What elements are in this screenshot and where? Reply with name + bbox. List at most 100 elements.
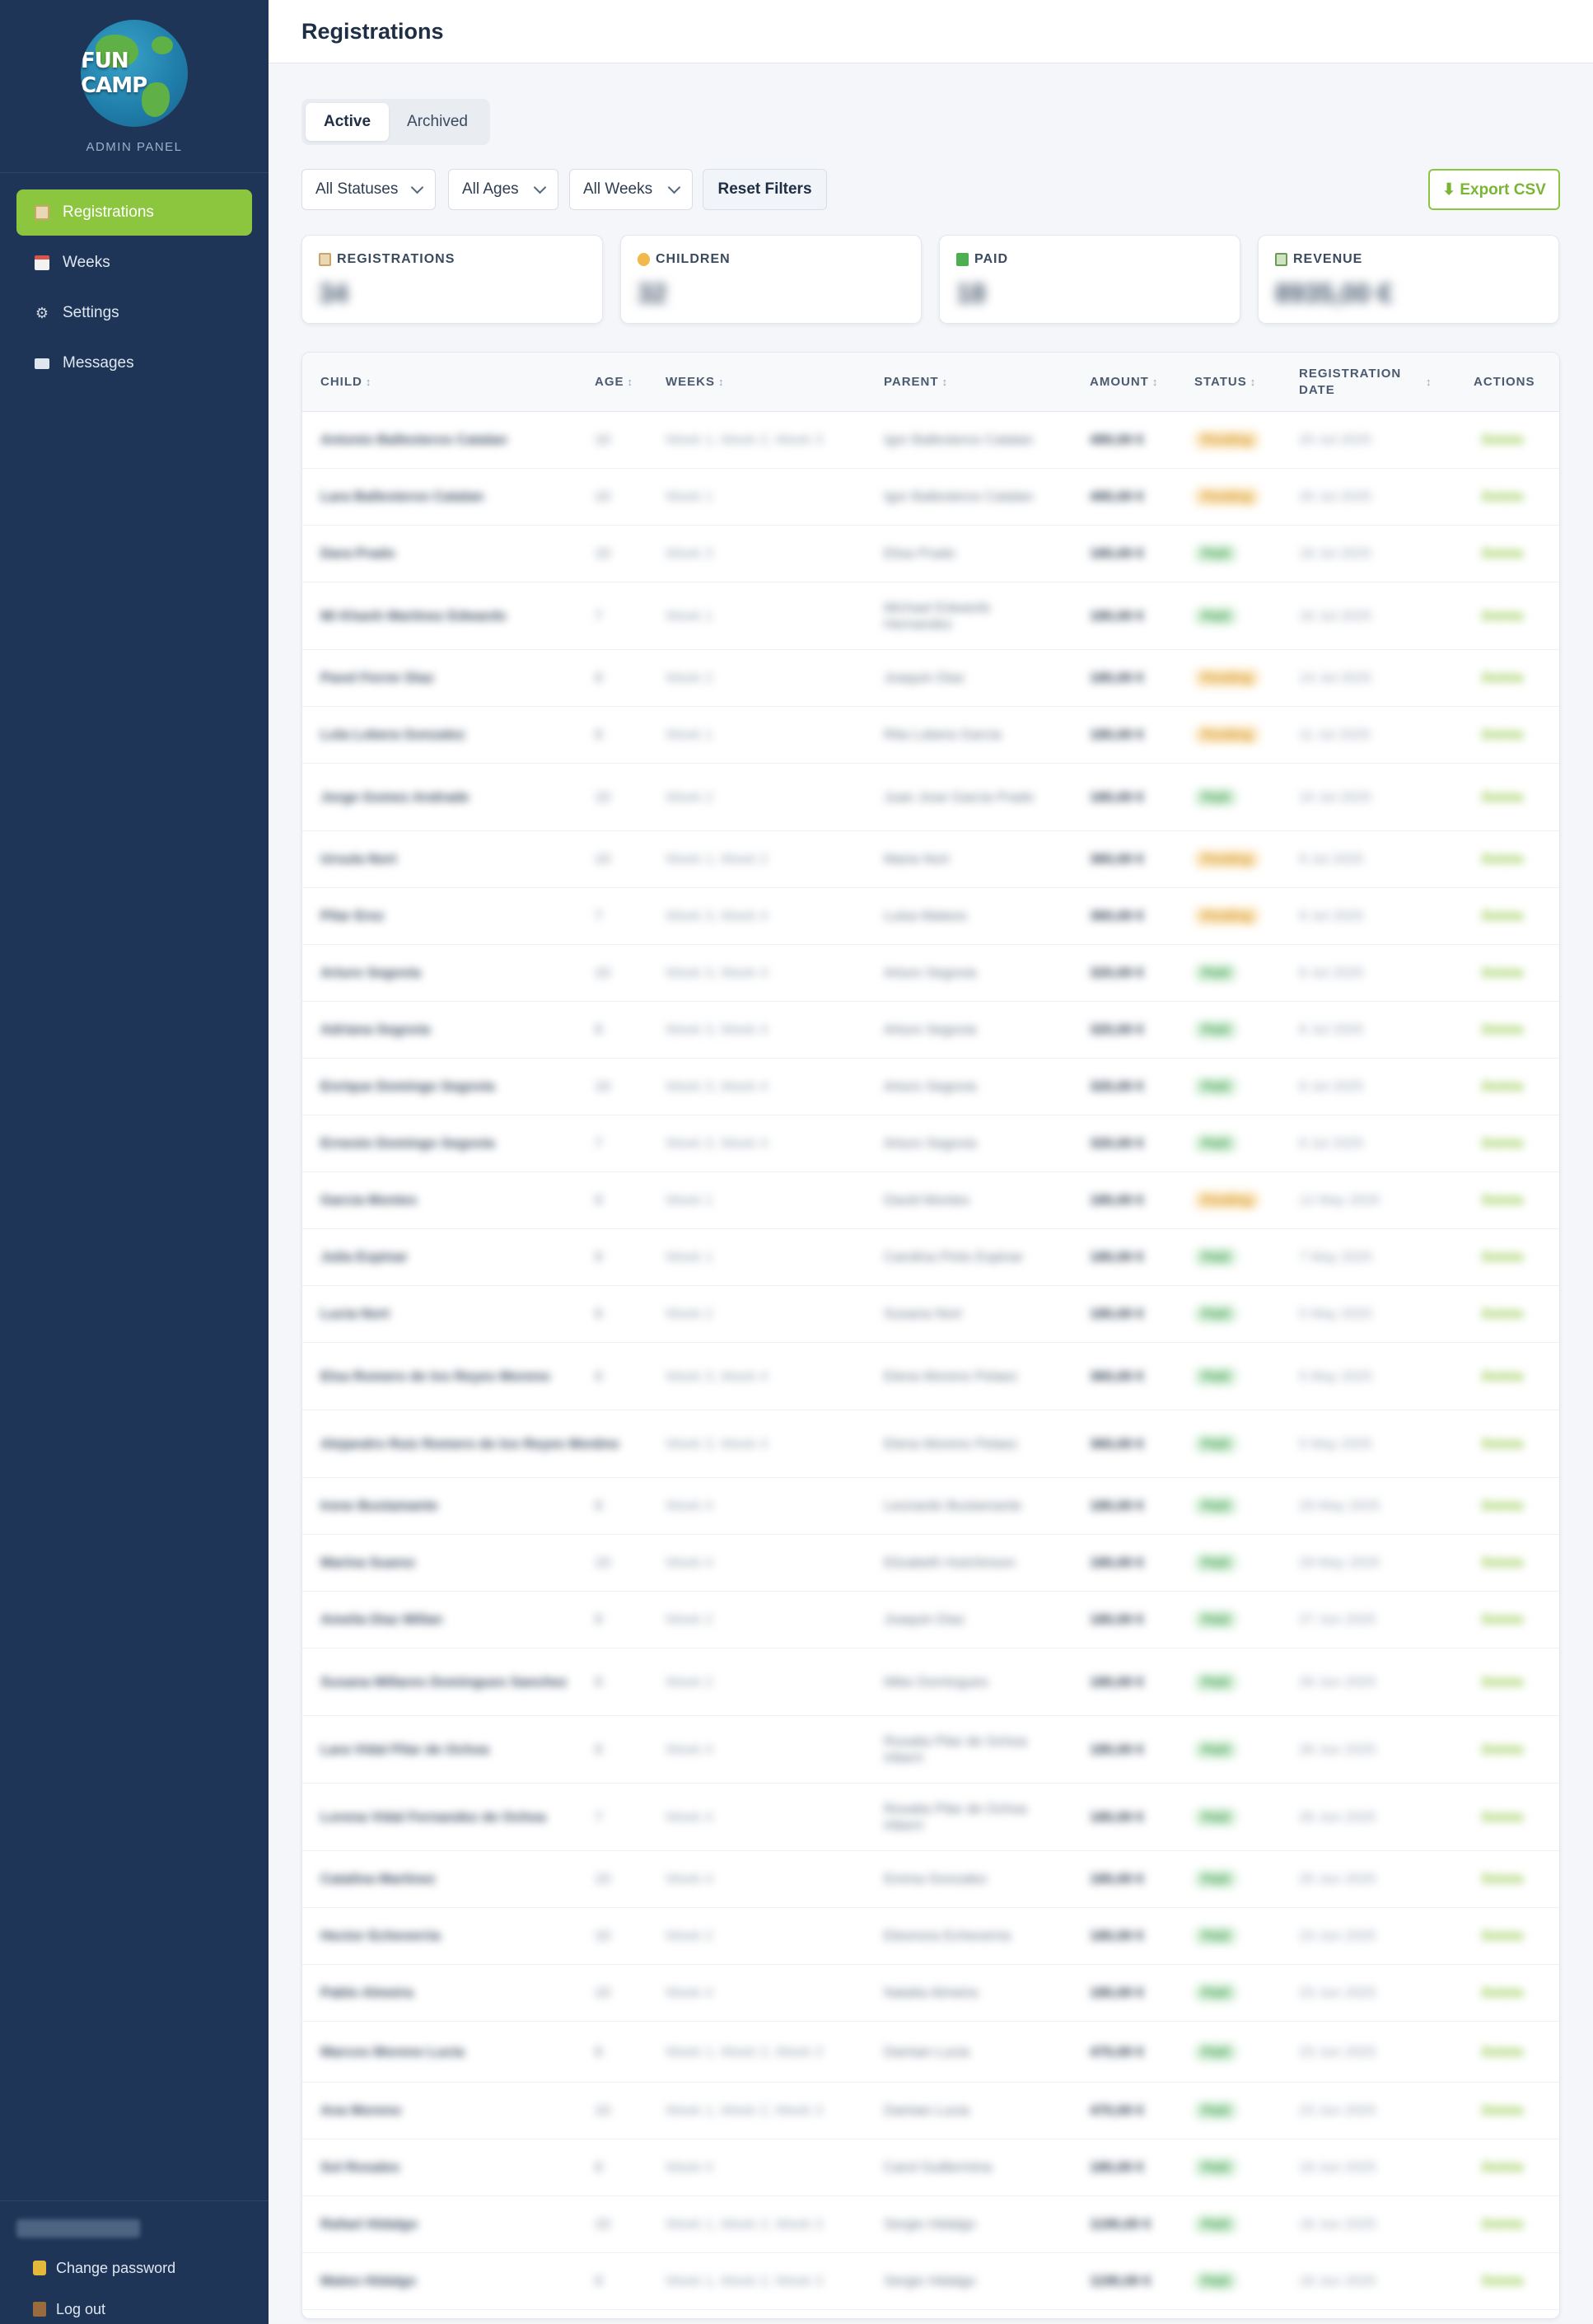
cell-age: 8 (595, 1249, 603, 1265)
cell-date: 9 Jul 2025 (1299, 908, 1364, 924)
globe-logo[interactable]: FUN CAMP (81, 20, 188, 127)
delete-button[interactable]: Delete (1482, 1742, 1524, 1758)
cell-amount: 320,00 € (1090, 1078, 1145, 1094)
delete-button[interactable]: Delete (1482, 1555, 1524, 1571)
cell-parent: Elisa Prado (884, 545, 955, 561)
cell-amount: 180,00 € (1090, 670, 1145, 685)
delete-button[interactable]: Delete (1482, 851, 1524, 867)
cell-amount: 470,00 € (1090, 2102, 1145, 2118)
delete-button[interactable]: Delete (1482, 1192, 1524, 1209)
delete-button[interactable]: Delete (1482, 2044, 1524, 2060)
delete-button[interactable]: Delete (1482, 2102, 1524, 2119)
delete-button[interactable]: Delete (1482, 789, 1524, 806)
cell-status: Paid (1194, 1304, 1237, 1324)
sidebar-item-registrations[interactable]: Registrations (16, 189, 252, 236)
cell-child: Lola Lobera Gonzalez (320, 727, 465, 742)
cell-weeks: Week 4 (666, 1498, 713, 1513)
cell-age: 7 (595, 1808, 603, 1825)
delete-button[interactable]: Delete (1482, 1809, 1524, 1826)
cell-age: 7 (595, 908, 603, 924)
stat-label-text: PAID (974, 252, 1009, 266)
admin-panel-label: ADMIN PANEL (86, 140, 183, 154)
table-row: Lola Lobera Gonzalez 8 Week 1 Rita Lobera G… (302, 707, 1559, 764)
cell-status: Paid (1194, 1077, 1237, 1097)
delete-button[interactable]: Delete (1482, 432, 1524, 448)
delete-button[interactable]: Delete (1482, 1871, 1524, 1887)
log-out-link[interactable]: Log out (16, 2295, 252, 2323)
delete-button[interactable]: Delete (1482, 1368, 1524, 1385)
table-row: Lara Ballesteros Catalan 10 Week 1 Igor Bal… (302, 469, 1559, 526)
delete-button[interactable]: Delete (1482, 727, 1524, 743)
sidebar-item-weeks[interactable]: Weeks (16, 240, 252, 286)
table-row: Adriana Segovia 8 Week 3, Week 4 Arturo Seg… (302, 1002, 1559, 1059)
status-badge: Paid (1194, 1983, 1237, 2003)
delete-button[interactable]: Delete (1482, 545, 1524, 562)
gear-icon: ⚙ (35, 304, 49, 321)
cell-age: 10 (595, 965, 610, 980)
tab-archived[interactable]: Archived (389, 103, 486, 141)
stat-label: CHILDREN (638, 252, 904, 267)
delete-button[interactable]: Delete (1482, 608, 1524, 624)
delete-button[interactable]: Delete (1482, 489, 1524, 505)
column-header-weeks[interactable]: WEEKS ↕ (666, 353, 725, 412)
cell-status: Paid (1194, 544, 1237, 563)
delete-button[interactable]: Delete (1482, 1022, 1524, 1038)
cell-weeks: Week 3, Week 4 (666, 1135, 768, 1151)
delete-button[interactable]: Delete (1482, 965, 1524, 981)
cell-age: 8 (595, 1673, 603, 1690)
delete-button[interactable]: Delete (1482, 1135, 1524, 1152)
column-header-age[interactable]: AGE ↕ (595, 353, 633, 412)
column-header-status[interactable]: STATUS ↕ (1194, 353, 1256, 412)
column-header-registration-date[interactable]: REGISTRATION DATE ↕ (1299, 353, 1447, 412)
delete-button[interactable]: Delete (1482, 2216, 1524, 2233)
column-header-parent[interactable]: PARENT ↕ (884, 353, 948, 412)
delete-button[interactable]: Delete (1482, 908, 1524, 924)
delete-button[interactable]: Delete (1482, 2159, 1524, 2176)
delete-button[interactable]: Delete (1482, 1249, 1524, 1265)
column-header-child[interactable]: CHILD ↕ (320, 353, 371, 412)
delete-button[interactable]: Delete (1482, 670, 1524, 686)
delete-button[interactable]: Delete (1482, 1436, 1524, 1452)
delete-button[interactable]: Delete (1482, 1674, 1524, 1690)
sort-icon: ↕ (941, 376, 949, 388)
table-row: Catalina Martinez 10 Week 4 Emma Gonzalez 18… (302, 1851, 1559, 1908)
delete-button[interactable]: Delete (1482, 1498, 1524, 1514)
table-row: Lucia Nort 8 Week 2 Susana Nort 180,00 € Paid… (302, 1286, 1559, 1343)
status-badge: Paid (1194, 1869, 1237, 1889)
table-row: Amelia Diaz Millan 8 Week 2 Joaquin Diaz 180… (302, 1592, 1559, 1648)
cell-age: 10 (595, 545, 610, 561)
sidebar-footer: Change password Log out (0, 2200, 269, 2324)
reset-filters-button[interactable]: Reset Filters (703, 169, 827, 210)
delete-button[interactable]: Delete (1482, 1985, 1524, 2001)
delete-button[interactable]: Delete (1482, 1306, 1524, 1322)
logo-area: FUN CAMP ADMIN PANEL (0, 0, 269, 173)
export-csv-button[interactable]: ⬇ Export CSV (1428, 169, 1560, 210)
delete-button[interactable]: Delete (1482, 1078, 1524, 1095)
cell-amount: 180,00 € (1090, 2159, 1145, 2175)
sidebar-item-settings[interactable]: ⚙ Settings (16, 290, 252, 336)
delete-button[interactable]: Delete (1482, 2273, 1524, 2289)
change-password-link[interactable]: Change password (16, 2254, 252, 2282)
lock-icon (33, 2261, 46, 2275)
cell-parent: Rosalia Pilar de Ochoa Iriberri (884, 1800, 1027, 1833)
cell-date: 8 Jul 2025 (1299, 1078, 1364, 1094)
status-filter-select[interactable]: All Statuses (301, 169, 436, 210)
age-filter-select[interactable]: All Ages (448, 169, 558, 210)
cell-parent: Carolina Pinto Espinar (884, 1249, 1024, 1265)
delete-button[interactable]: Delete (1482, 1928, 1524, 1944)
sidebar: FUN CAMP ADMIN PANEL Registrations Weeks… (0, 0, 269, 2324)
sort-icon: ↕ (1152, 376, 1159, 388)
sidebar-item-label: Registrations (63, 203, 154, 221)
cell-date: 18 Jun 2025 (1299, 2273, 1376, 2289)
sidebar-item-messages[interactable]: Messages (16, 340, 252, 386)
status-badge: Paid (1194, 2042, 1237, 2061)
cell-status: Paid (1194, 2042, 1237, 2061)
page-title: Registrations (301, 18, 444, 44)
stat-label: REGISTRATIONS (319, 252, 586, 267)
door-icon (33, 2302, 46, 2317)
delete-button[interactable]: Delete (1482, 1611, 1524, 1628)
tab-active[interactable]: Active (306, 103, 390, 141)
column-header-amount[interactable]: AMOUNT ↕ (1090, 353, 1158, 412)
cell-weeks: Week 1, Week 2, Week 3 (666, 2273, 823, 2289)
week-filter-select[interactable]: All Weeks (569, 169, 693, 210)
